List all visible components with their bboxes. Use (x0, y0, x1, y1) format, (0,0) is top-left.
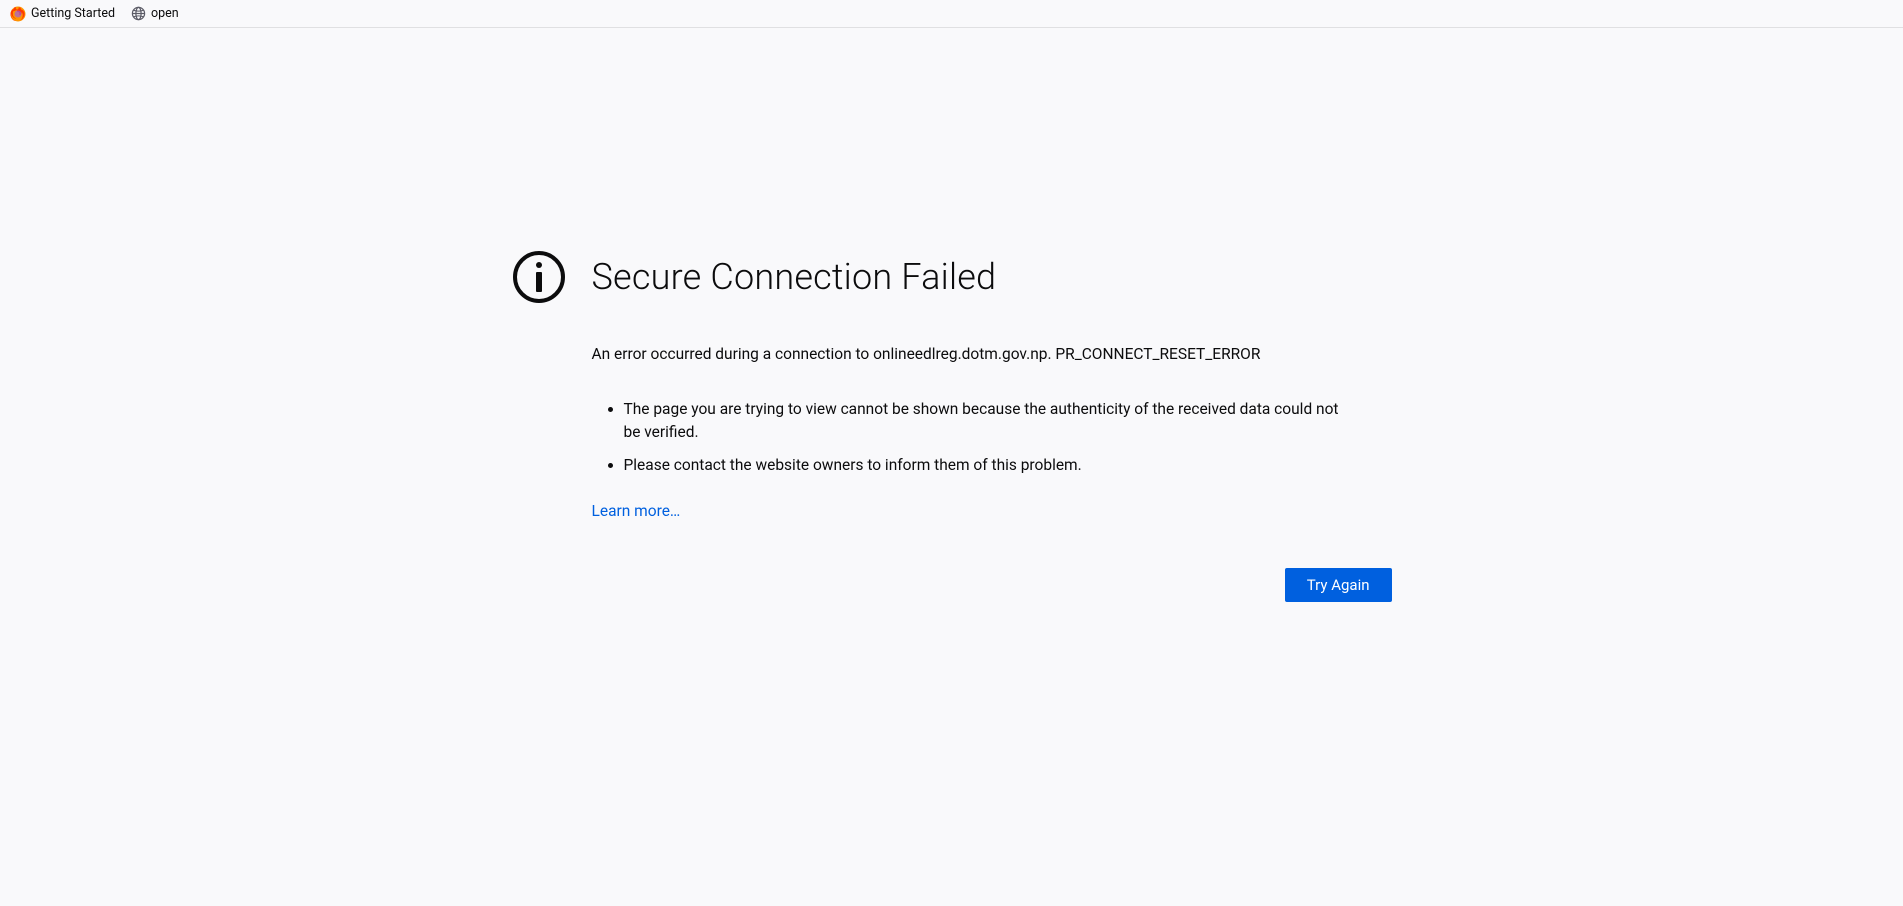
error-bullet-list: The page you are trying to view cannot b… (592, 398, 1392, 478)
error-page-content: Secure Connection Failed An error occurr… (0, 28, 1903, 602)
bookmark-getting-started[interactable]: Getting Started (4, 4, 121, 24)
globe-icon (131, 6, 146, 21)
info-icon (512, 250, 566, 304)
error-header: Secure Connection Failed (512, 250, 1392, 304)
firefox-icon (10, 6, 26, 22)
error-title: Secure Connection Failed (592, 256, 997, 298)
error-bullet: Please contact the website owners to inf… (624, 454, 1392, 477)
bookmark-label: Getting Started (31, 6, 115, 21)
try-again-button[interactable]: Try Again (1285, 568, 1392, 602)
error-container: Secure Connection Failed An error occurr… (512, 250, 1392, 602)
bookmarks-toolbar: Getting Started open (0, 0, 1903, 28)
bookmark-open[interactable]: open (125, 4, 185, 23)
bookmark-label: open (151, 6, 179, 21)
button-row: Try Again (592, 568, 1392, 602)
error-body: An error occurred during a connection to… (592, 344, 1392, 602)
learn-more-link[interactable]: Learn more… (592, 502, 681, 520)
error-description: An error occurred during a connection to… (592, 344, 1392, 366)
error-bullet: The page you are trying to view cannot b… (624, 398, 1392, 445)
